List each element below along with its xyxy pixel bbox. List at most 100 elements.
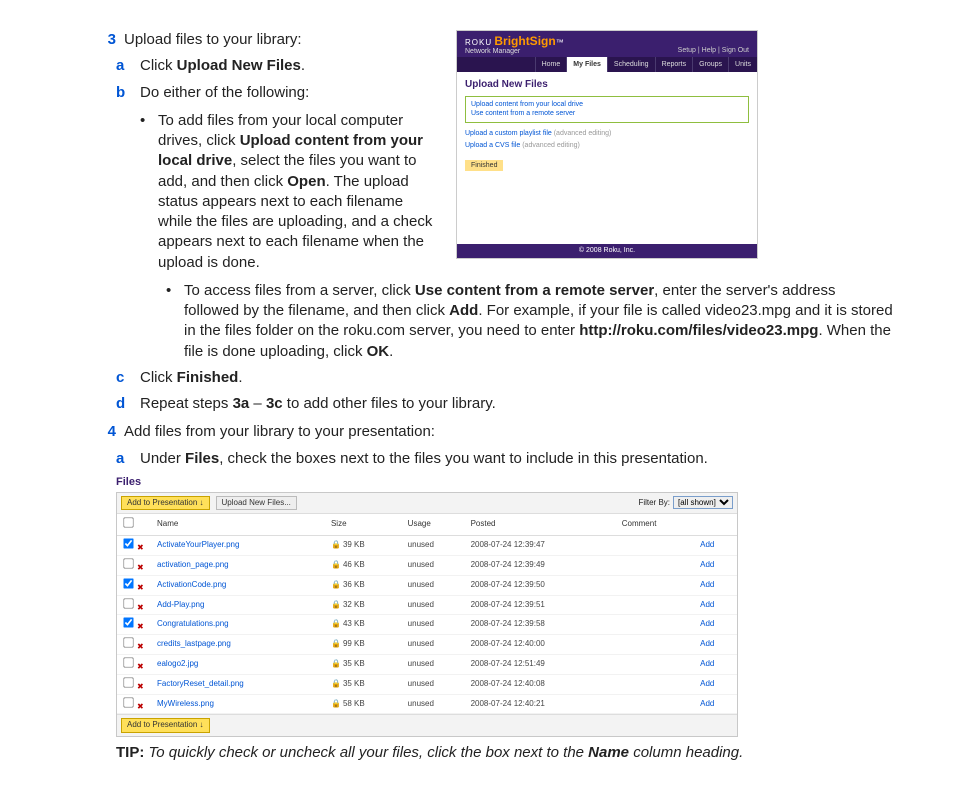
nav-tab-reports[interactable]: Reports xyxy=(655,57,693,72)
file-link[interactable]: Congratulations.png xyxy=(157,619,229,628)
step4-number: 4 xyxy=(90,422,124,442)
tip-text: To quickly check or uncheck all your fil… xyxy=(144,744,743,761)
table-row: ✖ActivateYourPlayer.png🔒39 KBunused2008-… xyxy=(117,536,737,556)
filter-label: Filter By: xyxy=(638,498,670,509)
file-link[interactable]: credits_lastpage.png xyxy=(157,639,231,648)
col-size: Size xyxy=(327,514,404,535)
filter-select[interactable]: [all shown] xyxy=(673,496,733,509)
nav-tab-scheduling[interactable]: Scheduling xyxy=(607,57,655,72)
row-checkbox[interactable] xyxy=(123,657,133,667)
footer-copyright: © 2008 Roku, Inc. xyxy=(457,244,757,257)
files-section-title: Files xyxy=(116,475,904,490)
file-link[interactable]: ealogo2.jpg xyxy=(157,659,198,668)
brand-subtitle: Network Manager xyxy=(465,48,520,55)
add-to-presentation-button-bottom[interactable]: Add to Presentation ↓ xyxy=(121,718,210,733)
nav-bar: HomeMy FilesSchedulingReportsGroupsUnits xyxy=(457,57,757,72)
delete-icon[interactable]: ✖ xyxy=(137,662,144,671)
delete-icon[interactable]: ✖ xyxy=(137,583,144,592)
file-link[interactable]: ActivationCode.png xyxy=(157,580,226,589)
add-link[interactable]: Add xyxy=(700,639,714,648)
add-to-presentation-button[interactable]: Add to Presentation ↓ xyxy=(121,496,210,511)
add-link[interactable]: Add xyxy=(700,600,714,609)
lock-icon: 🔒 xyxy=(331,560,341,569)
step3d-text: Repeat steps 3a – 3c to add other files … xyxy=(140,394,894,414)
upload-new-files-button[interactable]: Upload New Files... xyxy=(216,496,297,511)
row-checkbox[interactable] xyxy=(123,677,133,687)
step3a-letter: a xyxy=(116,56,140,76)
delete-icon[interactable]: ✖ xyxy=(137,702,144,711)
nav-tab-units[interactable]: Units xyxy=(728,57,757,72)
col-usage: Usage xyxy=(404,514,467,535)
add-link[interactable]: Add xyxy=(700,619,714,628)
delete-icon[interactable]: ✖ xyxy=(137,563,144,572)
row-checkbox[interactable] xyxy=(123,538,133,548)
file-link[interactable]: Add-Play.png xyxy=(157,600,204,609)
row-checkbox[interactable] xyxy=(123,558,133,568)
step3-number: 3 xyxy=(90,30,124,50)
add-link[interactable]: Add xyxy=(700,699,714,708)
col-posted: Posted xyxy=(467,514,618,535)
file-link[interactable]: ActivateYourPlayer.png xyxy=(157,540,239,549)
delete-icon[interactable]: ✖ xyxy=(137,642,144,651)
brand-brightsign: BrightSign xyxy=(494,34,555,48)
step3b-text: Do either of the following: xyxy=(140,83,438,103)
step3b-letter: b xyxy=(116,83,140,103)
add-link[interactable]: Add xyxy=(700,679,714,688)
file-link[interactable]: activation_page.png xyxy=(157,560,229,569)
upload-playlist-link[interactable]: Upload a custom playlist file xyxy=(465,130,552,137)
row-checkbox[interactable] xyxy=(123,618,133,628)
bullet-icon: • xyxy=(140,111,158,273)
upload-local-link[interactable]: Upload content from your local drive xyxy=(471,100,743,109)
delete-icon[interactable]: ✖ xyxy=(137,543,144,552)
step3-bullet2: To access files from a server, click Use… xyxy=(184,281,894,362)
lock-icon: 🔒 xyxy=(331,540,341,549)
upload-cvs-link[interactable]: Upload a CVS file xyxy=(465,142,520,149)
files-table-screenshot: Add to Presentation ↓ Upload New Files..… xyxy=(116,492,738,738)
add-link[interactable]: Add xyxy=(700,540,714,549)
row-checkbox[interactable] xyxy=(123,697,133,707)
nav-tab-groups[interactable]: Groups xyxy=(692,57,728,72)
step3d-letter: d xyxy=(116,394,140,414)
step3-bullet1: To add files from your local computer dr… xyxy=(158,111,438,273)
step4-title: Add files from your library to your pres… xyxy=(124,422,894,442)
upload-screenshot: ROKU BrightSign™ Network Manager Setup |… xyxy=(456,30,758,259)
upload-remote-link[interactable]: Use content from a remote server xyxy=(471,109,743,118)
bullet-icon: • xyxy=(166,281,184,362)
step4a-letter: a xyxy=(116,449,140,469)
file-link[interactable]: MyWireless.png xyxy=(157,699,214,708)
table-row: ✖MyWireless.png🔒58 KBunused2008-07-24 12… xyxy=(117,694,737,714)
tip-label: TIP: xyxy=(116,744,144,761)
table-row: ✖Add-Play.png🔒32 KBunused2008-07-24 12:3… xyxy=(117,595,737,615)
add-link[interactable]: Add xyxy=(700,659,714,668)
row-checkbox[interactable] xyxy=(123,598,133,608)
table-row: ✖ActivationCode.png🔒36 KBunused2008-07-2… xyxy=(117,575,737,595)
finished-button[interactable]: Finished xyxy=(465,160,503,171)
table-row: ✖FactoryReset_detail.png🔒35 KBunused2008… xyxy=(117,674,737,694)
step3-title: Upload files to your library: xyxy=(124,30,438,50)
nav-tab-home[interactable]: Home xyxy=(535,57,567,72)
table-row: ✖activation_page.png🔒46 KBunused2008-07-… xyxy=(117,555,737,575)
delete-icon[interactable]: ✖ xyxy=(137,682,144,691)
row-checkbox[interactable] xyxy=(123,637,133,647)
lock-icon: 🔒 xyxy=(331,600,341,609)
delete-icon[interactable]: ✖ xyxy=(137,603,144,612)
table-row: ✖ealogo2.jpg🔒35 KBunused2008-07-24 12:51… xyxy=(117,654,737,674)
header-links[interactable]: Setup | Help | Sign Out xyxy=(678,46,749,55)
upload-heading: Upload New Files xyxy=(465,78,749,92)
lock-icon: 🔒 xyxy=(331,659,341,668)
step3a-text: Click Upload New Files. xyxy=(140,56,438,76)
row-checkbox[interactable] xyxy=(123,578,133,588)
select-all-checkbox[interactable] xyxy=(123,518,133,528)
lock-icon: 🔒 xyxy=(331,699,341,708)
nav-tab-my-files[interactable]: My Files xyxy=(566,57,607,72)
add-link[interactable]: Add xyxy=(700,560,714,569)
delete-icon[interactable]: ✖ xyxy=(137,622,144,631)
file-link[interactable]: FactoryReset_detail.png xyxy=(157,679,244,688)
step3c-letter: c xyxy=(116,368,140,388)
lock-icon: 🔒 xyxy=(331,619,341,628)
table-row: ✖credits_lastpage.png🔒99 KBunused2008-07… xyxy=(117,635,737,655)
brand-roku: ROKU xyxy=(465,38,492,47)
col-name: Name xyxy=(153,514,327,535)
add-link[interactable]: Add xyxy=(700,580,714,589)
lock-icon: 🔒 xyxy=(331,580,341,589)
